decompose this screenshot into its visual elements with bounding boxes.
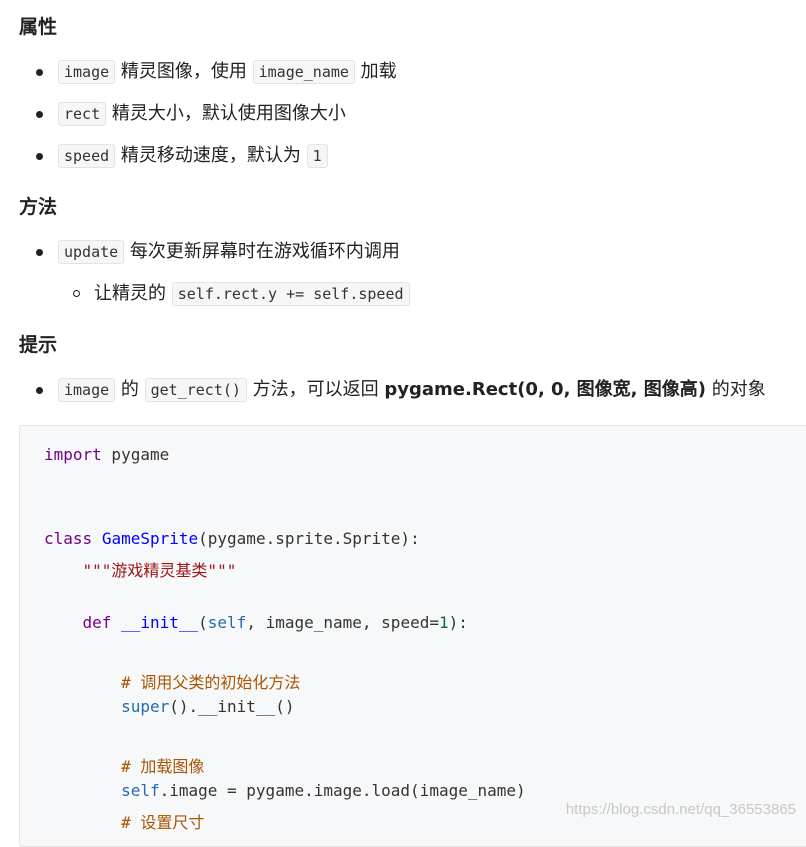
inline-code: get_rect() bbox=[144, 378, 247, 402]
inline-code: image_name bbox=[252, 60, 355, 84]
sub-list-item: 让精灵的 self.rect.y += self.speed bbox=[94, 282, 410, 306]
code-line: class GameSprite(pygame.sprite.Sprite): bbox=[44, 529, 420, 548]
inline-code: self.rect.y += self.speed bbox=[171, 282, 410, 306]
heading-methods: 方法 bbox=[19, 196, 58, 218]
code-line: # 加载图像 bbox=[121, 757, 205, 776]
inline-code: image bbox=[58, 378, 116, 402]
code-line: self.image = pygame.image.load(image_nam… bbox=[121, 781, 526, 800]
list-item-update: update 每次更新屏幕时在游戏循环内调用 bbox=[58, 240, 400, 264]
watermark: https://blog.csdn.net/qq_36553865 bbox=[565, 801, 796, 818]
list-item-tip: image 的 get_rect() 方法，可以返回 pygame.Rect(0… bbox=[58, 378, 766, 402]
code-line: # 设置尺寸 bbox=[121, 813, 205, 832]
code-line: def __init__(self, image_name, speed=1): bbox=[82, 613, 468, 632]
list-item-rect: rect 精灵大小，默认使用图像大小 bbox=[58, 102, 346, 126]
inline-code: speed bbox=[58, 144, 116, 168]
inline-code: 1 bbox=[306, 144, 328, 168]
bullet bbox=[36, 111, 43, 118]
bullet bbox=[36, 69, 43, 76]
code-line: super().__init__() bbox=[121, 697, 295, 716]
item-text: 加载 bbox=[360, 61, 397, 82]
item-text: 精灵图像，使用 bbox=[120, 61, 247, 82]
strong-text: pygame.Rect(0, 0, 图像宽, 图像高) bbox=[384, 379, 707, 400]
list-item-image: image 精灵图像，使用 image_name 加载 bbox=[58, 60, 397, 84]
item-text: 每次更新屏幕时在游戏循环内调用 bbox=[129, 241, 400, 262]
heading-tips: 提示 bbox=[19, 334, 58, 356]
inline-code: image bbox=[58, 60, 116, 84]
item-text: 精灵移动速度，默认为 bbox=[120, 145, 301, 166]
bullet bbox=[36, 249, 43, 256]
heading-attributes: 属性 bbox=[19, 16, 58, 38]
item-text: 让精灵的 bbox=[94, 283, 166, 304]
code-line: import pygame bbox=[44, 445, 170, 464]
bullet bbox=[36, 153, 43, 160]
code-line: # 调用父类的初始化方法 bbox=[121, 673, 301, 692]
item-text: 精灵大小，默认使用图像大小 bbox=[111, 103, 346, 124]
code-line: """游戏精灵基类""" bbox=[82, 561, 237, 580]
item-text: 的对象 bbox=[711, 379, 766, 400]
bullet bbox=[36, 387, 43, 394]
inline-code: rect bbox=[58, 102, 107, 126]
item-text: 方法，可以返回 bbox=[252, 379, 379, 400]
inline-code: update bbox=[58, 240, 125, 264]
list-item-speed: speed 精灵移动速度，默认为 1 bbox=[58, 144, 328, 168]
item-text: 的 bbox=[120, 379, 139, 400]
sub-bullet bbox=[73, 290, 80, 297]
